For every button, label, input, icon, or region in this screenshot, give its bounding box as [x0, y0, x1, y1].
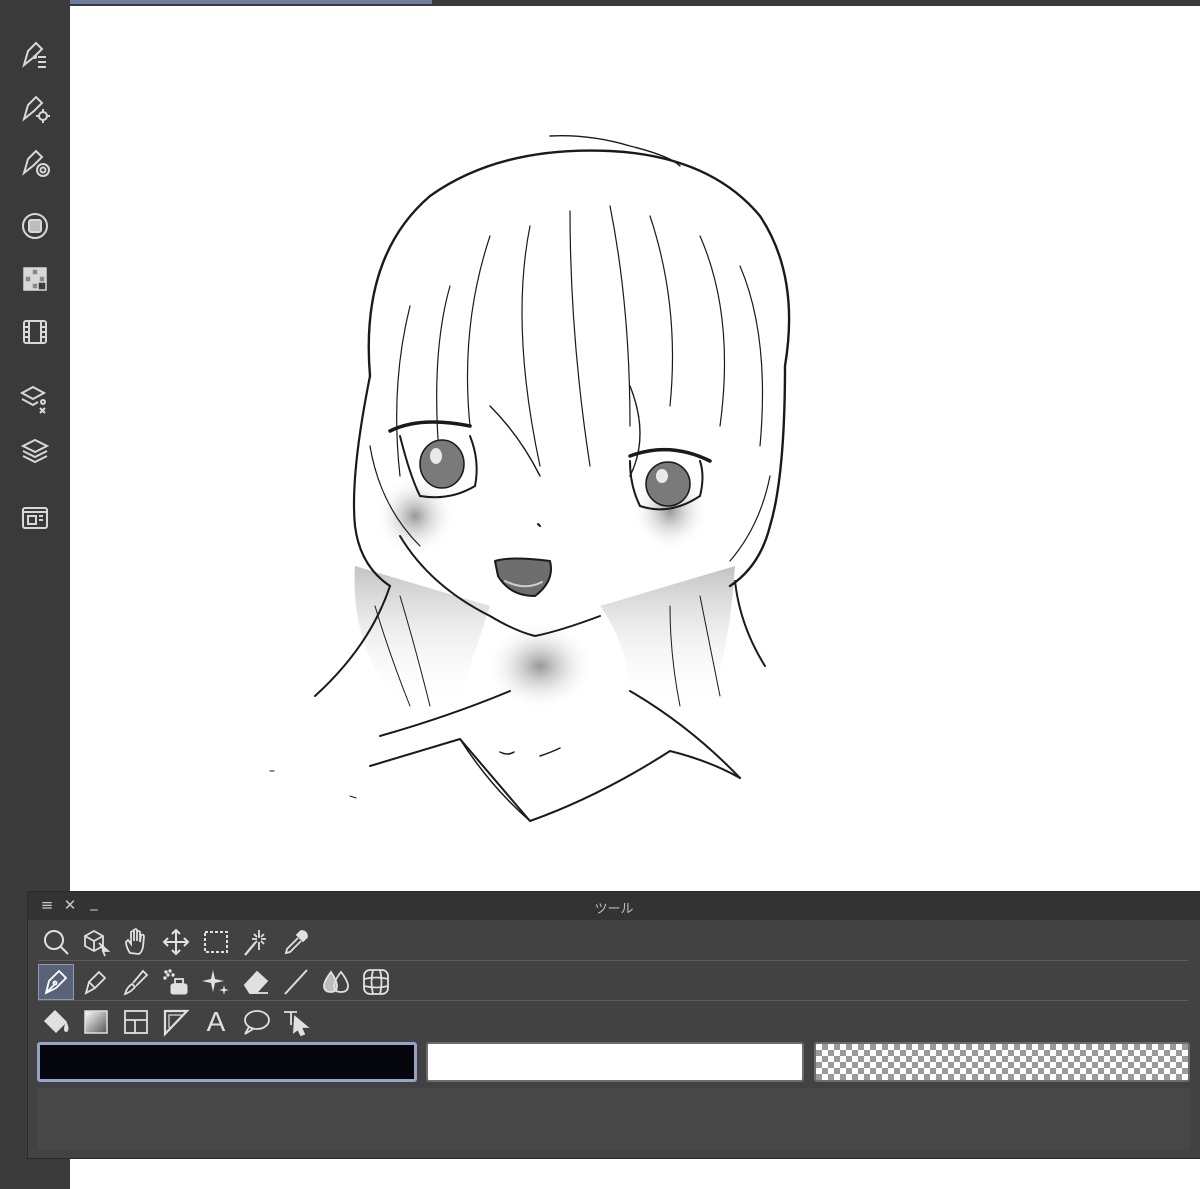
navigator-icon[interactable]	[17, 499, 53, 535]
text-tool-icon[interactable]: A	[198, 1004, 234, 1040]
tool-palette-header: ≡ ✕ _ ツール	[28, 892, 1200, 920]
brush-size-icon[interactable]	[17, 144, 53, 180]
line-tool-icon[interactable]	[278, 964, 314, 1000]
frame-border-tool-icon[interactable]	[118, 1004, 154, 1040]
tool-palette: ≡ ✕ _ ツール A	[28, 892, 1200, 1158]
selection-tool-icon[interactable]	[198, 924, 234, 960]
zoom-tool-icon[interactable]	[38, 924, 74, 960]
drawing-canvas[interactable]	[70, 6, 1200, 892]
color-set-icon[interactable]	[17, 261, 53, 297]
tool-row-3: A	[38, 1004, 318, 1040]
sketch-illustration	[269, 135, 791, 822]
pen-tool-icon[interactable]	[38, 964, 74, 1000]
row-divider	[38, 1000, 1188, 1001]
airbrush-tool-icon[interactable]	[158, 964, 194, 1000]
sub-tool-icon[interactable]	[17, 36, 53, 72]
operation-tool-icon[interactable]	[78, 924, 114, 960]
correct-line-tool-icon[interactable]	[278, 1004, 314, 1040]
document-tab-indicator	[70, 0, 432, 4]
tool-palette-title: ツール	[594, 902, 634, 917]
fill-tool-icon[interactable]	[38, 1004, 74, 1040]
transparent-color-swatch[interactable]	[814, 1042, 1190, 1082]
move-layer-tool-icon[interactable]	[158, 924, 194, 960]
hand-tool-icon[interactable]	[118, 924, 154, 960]
text-tool-glyph: A	[206, 1006, 226, 1037]
eyedropper-tool-icon[interactable]	[278, 924, 314, 960]
decoration-tool-icon[interactable]	[198, 964, 234, 1000]
tool-palette-empty-area	[37, 1088, 1190, 1150]
row-divider	[38, 960, 1188, 961]
tool-row-1	[38, 924, 318, 960]
layer-property-icon[interactable]	[17, 380, 53, 416]
balloon-tool-icon[interactable]	[238, 1004, 274, 1040]
figure-ruler-tool-icon[interactable]	[358, 964, 394, 1000]
ruler-tool-icon[interactable]	[158, 1004, 194, 1040]
main-color-swatch[interactable]	[37, 1042, 417, 1082]
eraser-tool-icon[interactable]	[238, 964, 274, 1000]
sub-color-swatch[interactable]	[426, 1042, 804, 1082]
layer-icon[interactable]	[17, 433, 53, 469]
tool-row-2	[38, 964, 398, 1000]
color-circle-icon[interactable]	[17, 208, 53, 244]
timeline-icon[interactable]	[17, 314, 53, 350]
auto-select-tool-icon[interactable]	[238, 924, 274, 960]
gradient-tool-icon[interactable]	[78, 1004, 114, 1040]
pencil-tool-icon[interactable]	[78, 964, 114, 1000]
blend-tool-icon[interactable]	[318, 964, 354, 1000]
tool-property-icon[interactable]	[17, 90, 53, 126]
brush-tool-icon[interactable]	[118, 964, 154, 1000]
